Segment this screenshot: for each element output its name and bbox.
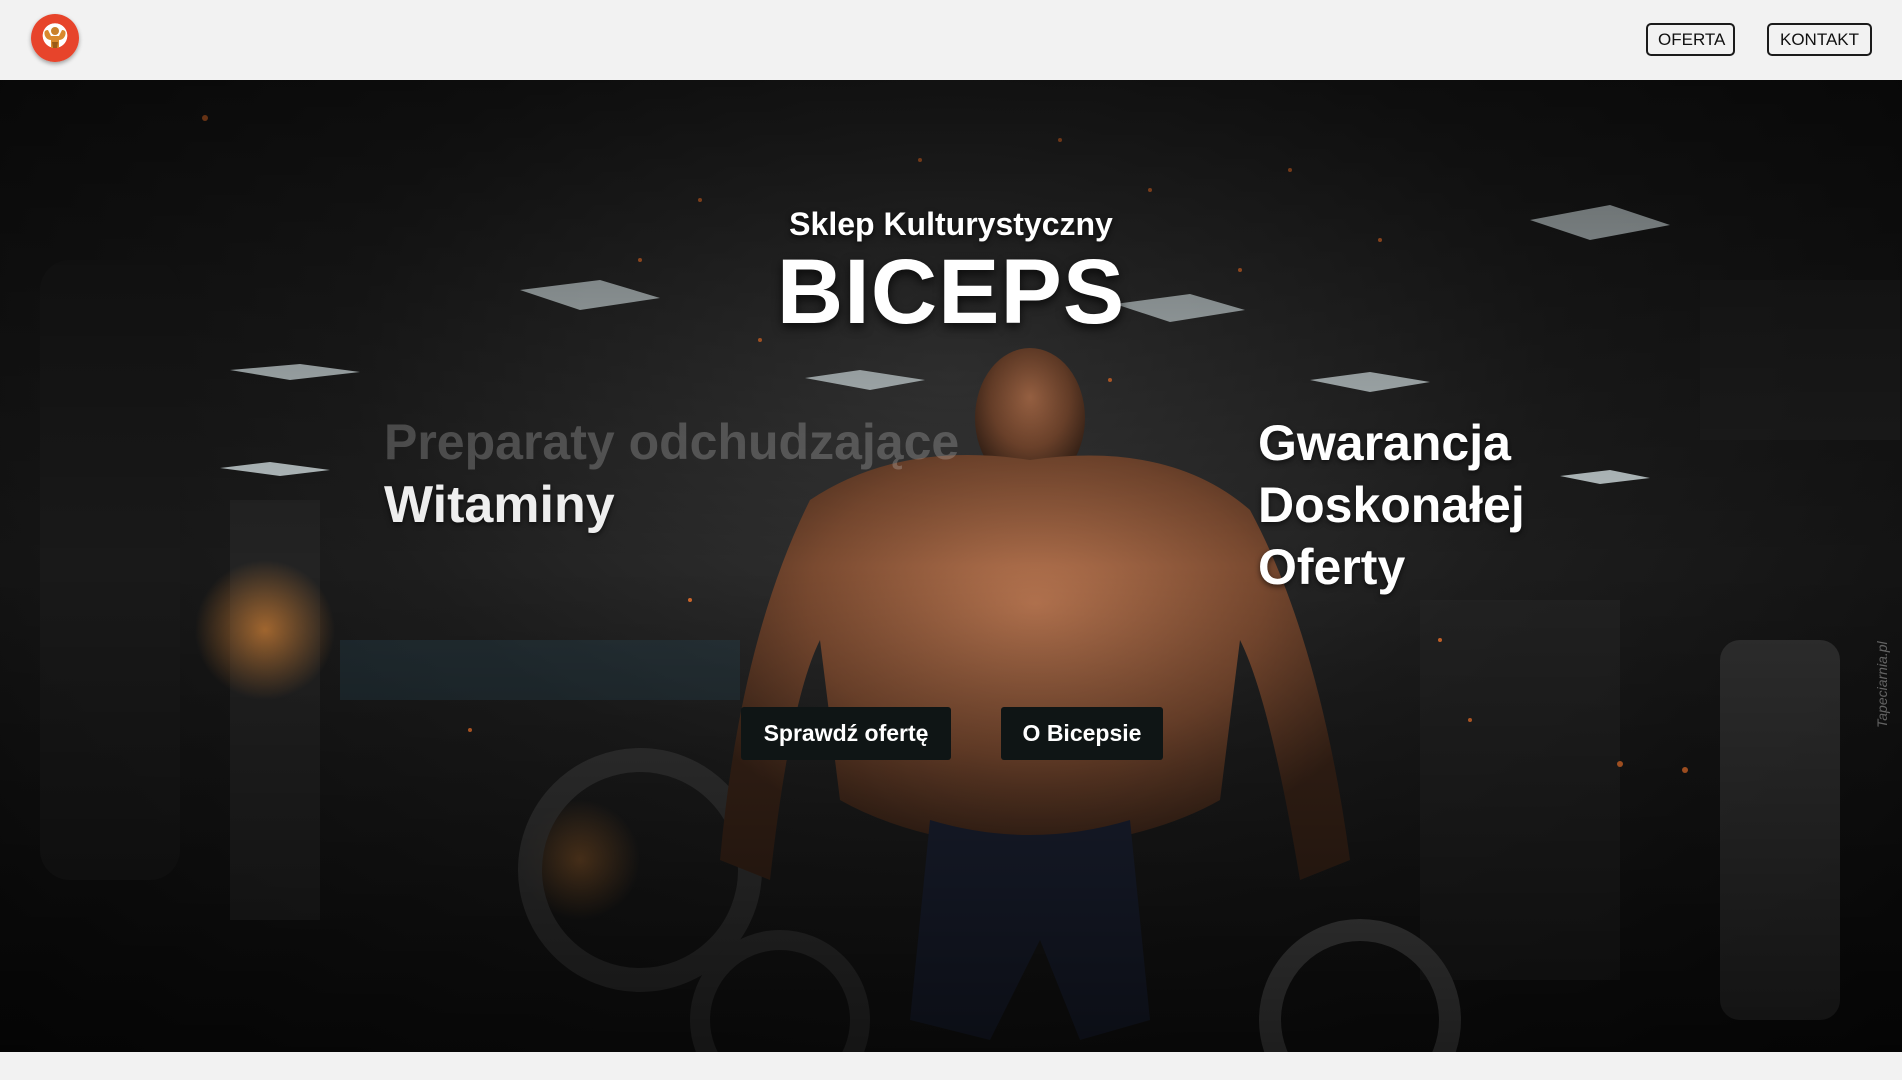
guarantee-line-2: Doskonałej xyxy=(1258,477,1525,533)
rotating-category-faded: Preparaty odchudzające xyxy=(384,414,960,470)
nav-kontakt-button[interactable]: KONTAKT xyxy=(1767,23,1872,56)
top-navigation-bar: OFERTA KONTAKT xyxy=(0,0,1902,80)
guarantee-line-1: Gwarancja xyxy=(1258,415,1511,471)
hero-banner: Sklep Kulturystyczny BICEPS Preparaty od… xyxy=(0,80,1902,1052)
nav-oferta-button[interactable]: OFERTA xyxy=(1646,23,1735,56)
page-bottom-strip xyxy=(0,1052,1902,1080)
hero-title: BICEPS xyxy=(776,241,1126,343)
about-biceps-button[interactable]: O Bicepsie xyxy=(1001,707,1163,760)
rotating-category-active: Witaminy xyxy=(384,476,615,534)
bodybuilder-logo-icon[interactable] xyxy=(31,14,79,62)
check-offer-button[interactable]: Sprawdź ofertę xyxy=(741,707,951,760)
guarantee-line-3: Oferty xyxy=(1258,539,1406,595)
flexing-arms-icon xyxy=(44,27,66,48)
hero-subtitle: Sklep Kulturystyczny xyxy=(789,206,1113,242)
guarantee-text: Gwarancja Doskonałej Oferty xyxy=(1258,412,1525,598)
image-watermark: Tapeciarnia.pl xyxy=(1874,641,1890,728)
